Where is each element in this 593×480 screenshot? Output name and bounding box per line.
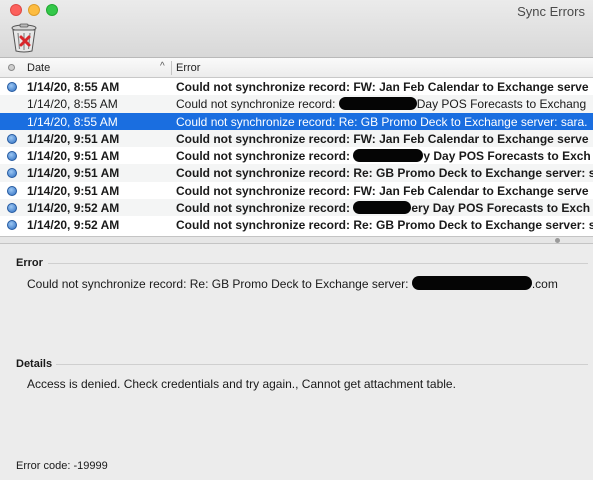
zoom-window-button[interactable] (46, 4, 58, 16)
row-date: 1/14/20, 9:51 AM (27, 149, 120, 163)
unread-dot-icon (7, 82, 17, 92)
row-error: Could not synchronize record: y Day POS … (176, 149, 591, 163)
redaction-mark (411, 276, 532, 290)
error-message: Could not synchronize record: Re: GB Pro… (27, 276, 558, 291)
row-date: 1/14/20, 8:55 AM (27, 80, 120, 94)
error-section-rule (48, 263, 588, 264)
error-section-heading: Error (16, 257, 43, 269)
row-error: Could not synchronize record: FW: Jan Fe… (176, 131, 589, 146)
close-window-button[interactable] (10, 4, 22, 16)
row-error: Could not synchronize record: Re: GB Pro… (176, 166, 593, 181)
unread-dot-icon (7, 151, 17, 161)
row-error: Could not synchronize record: FW: Jan Fe… (176, 80, 589, 94)
unread-dot-icon (7, 168, 17, 179)
redaction-mark (338, 97, 417, 111)
row-error-text: Could not synchronize record: (176, 149, 354, 163)
error-message-suffix: .com (531, 277, 558, 291)
table-row[interactable]: 1/14/20, 9:51 AM Could not synchronize re… (0, 182, 593, 199)
table-row[interactable]: 1/14/20, 8:55 AM Could not synchronize re… (0, 95, 593, 113)
row-error-suffix: Day POS Forecasts to Exchang (416, 97, 587, 112)
row-date: 1/14/20, 9:52 AM (27, 218, 120, 232)
unread-dot-icon (7, 202, 17, 213)
column-divider[interactable] (171, 61, 172, 75)
sort-ascending-icon: ^ (160, 61, 165, 72)
unread-dot-icon (7, 220, 17, 230)
row-date: 1/14/20, 9:52 AM (27, 200, 120, 215)
row-date: 1/14/20, 9:51 AM (27, 183, 120, 198)
table-row[interactable]: 1/14/20, 9:51 AM Could not synchronize re… (0, 147, 593, 164)
row-error: Could not synchronize record: Re: GB Pro… (176, 218, 593, 232)
status-column-header[interactable] (8, 64, 15, 71)
table-body: 1/14/20, 8:55 AM Could not synchronize re… (0, 78, 593, 233)
window-title: Sync Errors (517, 4, 585, 19)
error-code: Error code: -19999 (16, 460, 108, 472)
table-row[interactable]: 1/14/20, 9:51 AM Could not synchronize re… (0, 164, 593, 182)
row-error-text: Could not synchronize record: (176, 200, 354, 215)
table-row[interactable]: 1/14/20, 9:51 AM Could not synchronize re… (0, 129, 593, 147)
row-date: 1/14/20, 9:51 AM (27, 131, 120, 146)
row-date: 1/14/20, 9:51 AM (27, 166, 120, 181)
table-row[interactable]: 1/14/20, 8:55 AM Could not synchronize re… (0, 78, 593, 95)
error-column-header[interactable]: Error (176, 62, 200, 74)
row-error: Could not synchronize record: Re: GB Pro… (176, 114, 588, 129)
divider-grip-icon (555, 238, 560, 243)
table-row[interactable]: 1/14/20, 8:55 AM Could not synchronize re… (0, 112, 593, 130)
details-section-heading: Details (16, 358, 53, 370)
row-error: Could not synchronize record: Day POS Fo… (176, 97, 586, 111)
delete-errors-button[interactable] (8, 22, 40, 54)
error-message-text: Could not synchronize record: Re: GB Pro… (27, 277, 412, 291)
redaction-mark (353, 200, 412, 214)
redaction-mark (353, 149, 424, 162)
table-header: Date ^ Error (0, 58, 593, 78)
unread-dot-icon (7, 185, 17, 196)
details-message: Access is denied. Check credentials and … (27, 377, 456, 391)
details-section-rule (56, 364, 588, 365)
row-date: 1/14/20, 8:55 AM (27, 97, 118, 112)
title-bar: Sync Errors (0, 0, 593, 58)
row-error-suffix: y Day POS Forecasts to Exch (423, 149, 591, 163)
minimize-window-button[interactable] (28, 4, 40, 16)
row-error-text: Could not synchronize record: (176, 97, 339, 112)
row-error: Could not synchronize record: ery Day PO… (176, 200, 591, 215)
row-error-suffix: ery Day POS Forecasts to Exch (411, 200, 591, 215)
row-date: 1/14/20, 8:55 AM (27, 114, 118, 129)
row-error: Could not synchronize record: FW: Jan Fe… (176, 183, 589, 198)
trash-icon (11, 23, 37, 53)
unread-dot-icon (7, 133, 17, 144)
detail-pane: Error Could not synchronize record: Re: … (0, 244, 593, 480)
date-column-header[interactable]: Date (27, 62, 50, 74)
table-row[interactable]: 1/14/20, 9:52 AM Could not synchronize re… (0, 198, 593, 216)
table-row[interactable]: 1/14/20, 9:52 AM Could not synchronize re… (0, 216, 593, 233)
errors-table: Date ^ Error 1/14/20, 8:55 AM Could not s… (0, 58, 593, 236)
split-view-divider[interactable] (0, 236, 593, 244)
